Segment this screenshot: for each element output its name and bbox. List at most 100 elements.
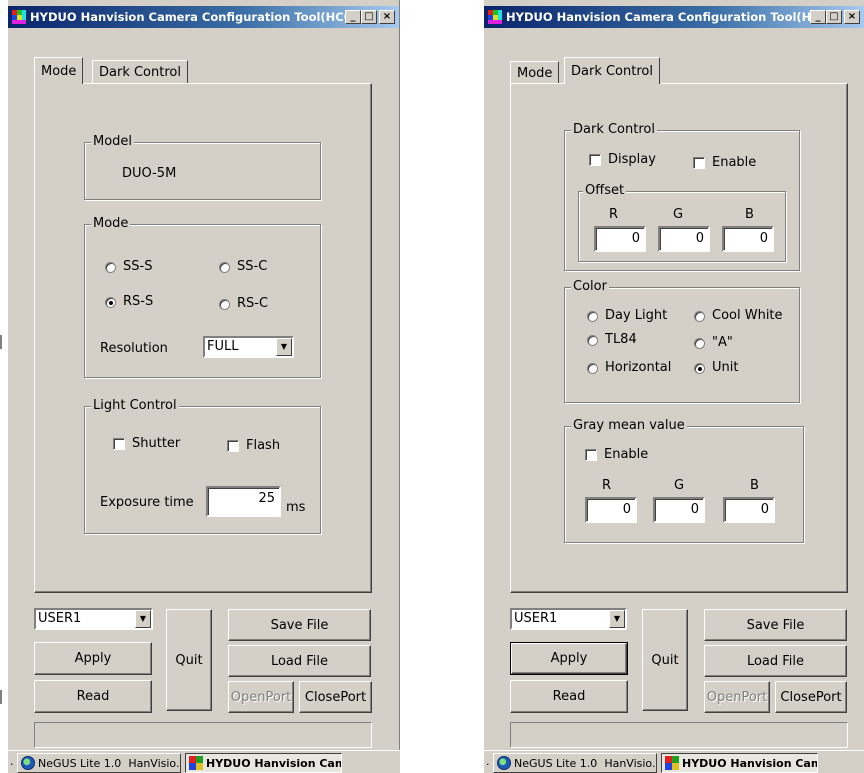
taskbar-label: NeGUS Lite 1.0 [514,756,598,770]
radio-label: RS-S [123,294,154,309]
color-group-title: Color [571,279,609,295]
open-port-button[interactable]: OpenPort [704,681,770,713]
radio-horizontal[interactable]: Horizontal [587,360,671,376]
user-select[interactable]: USER1 ▼ [34,608,153,630]
mode-group: Mode SS-S SS-C RS-S RS-C Resolution FULL… [84,216,321,378]
user-select-value: USER1 [514,611,558,626]
radio-day-light[interactable]: Day Light [587,308,667,324]
load-file-button[interactable]: Load File [228,645,371,677]
taskbar-item-hyduo[interactable]: HYDUO Hanvision Cam... [661,753,818,773]
chevron-down-icon[interactable]: ▼ [276,338,292,356]
quit-button[interactable]: Quit [642,609,688,711]
gray-g-label: G [674,478,685,493]
resolution-select[interactable]: FULL ▼ [203,336,294,358]
app-icon [189,756,203,770]
gray-b-input[interactable]: 0 [723,497,775,523]
display-checkbox[interactable]: Display [589,152,656,168]
title-bar[interactable]: HYDUO Hanvision Camera Configuration Too… [484,6,864,28]
mode-group-title: Mode [91,216,131,232]
exposure-unit: ms [286,500,306,515]
radio-tl84[interactable]: TL84 [587,332,637,348]
radio-dot [694,337,705,349]
radio-rs-s[interactable]: RS-S [105,294,153,310]
edge-mark [0,335,2,349]
radio-ss-c[interactable]: SS-C [219,259,267,275]
minimize-button[interactable]: _ [810,10,826,24]
close-port-button[interactable]: ClosePort [299,681,372,713]
globe-icon [21,756,35,770]
radio-a[interactable]: "A" [694,335,733,351]
model-group-title: Model [91,134,135,150]
tab-dark-control[interactable]: Dark Control [564,57,660,84]
dark-control-title: Dark Control [571,122,657,138]
radio-label: Cool White [712,308,783,323]
taskbar-item-negus[interactable]: NeGUS Lite 1.0 HanVisio... [493,753,657,773]
load-file-button[interactable]: Load File [704,645,847,677]
taskbar-item-hyduo[interactable]: HYDUO Hanvision Cam... [185,753,342,773]
radio-rs-c[interactable]: RS-C [219,296,268,312]
radio-label: TL84 [605,332,637,347]
radio-dot-selected [105,296,116,308]
gray-b-label: B [750,478,759,493]
checkbox-label: Display [608,152,656,167]
app-icon [12,10,26,24]
tab-mode[interactable]: Mode [34,57,84,84]
tab-dark-control[interactable]: Dark Control [92,60,188,84]
dark-enable-checkbox[interactable]: Enable [693,155,756,171]
radio-dot [105,261,116,273]
taskbar-item-negus[interactable]: NeGUS Lite 1.0 HanVisio... [17,753,181,773]
close-button[interactable]: × [844,10,860,24]
window-title: HYDUO Hanvision Camera Configuration Too… [30,10,345,24]
chevron-down-icon[interactable]: ▼ [609,610,625,628]
minimize-button[interactable]: _ [345,10,361,24]
shutter-checkbox[interactable]: Shutter [113,436,180,452]
maximize-button[interactable]: □ [361,10,377,24]
radio-dot [587,334,598,346]
gray-r-input[interactable]: 0 [585,497,637,523]
radio-unit[interactable]: Unit [694,360,738,376]
gray-enable-checkbox[interactable]: Enable [585,447,648,463]
config-window-mode-tab: HYDUO Hanvision Camera Configuration Too… [8,0,400,773]
offset-b-label: B [745,207,754,222]
chevron-down-icon[interactable]: ▼ [135,610,151,628]
checkbox-box [113,438,125,450]
gray-mean-title: Gray mean value [571,418,687,434]
flash-checkbox[interactable]: Flash [227,438,280,454]
radio-dot-selected [694,362,705,374]
read-button[interactable]: Read [510,680,628,713]
light-control-group: Light Control Shutter Flash Exposure tim… [84,398,321,534]
user-select[interactable]: USER1 ▼ [510,608,627,630]
title-bar[interactable]: HYDUO Hanvision Camera Configuration Too… [8,6,399,28]
exposure-input[interactable]: 25 [206,486,281,517]
radio-ss-s[interactable]: SS-S [105,259,152,275]
tab-mode[interactable]: Mode [510,61,560,85]
app-icon [665,756,679,770]
offset-b-input[interactable]: 0 [722,226,774,252]
checkbox-label: Shutter [132,436,181,451]
close-button[interactable]: × [379,10,395,24]
read-button[interactable]: Read [34,680,152,713]
offset-g-input[interactable]: 0 [658,226,710,252]
save-file-button[interactable]: Save File [704,609,847,641]
model-group: Model DUO-5M [84,134,321,200]
taskbar-separator: . [10,755,14,768]
apply-button[interactable]: Apply [510,642,628,675]
gray-g-input[interactable]: 0 [653,497,705,523]
save-file-button[interactable]: Save File [228,609,371,641]
maximize-button[interactable]: □ [826,10,842,24]
radio-label: RS-C [237,296,269,311]
radio-cool-white[interactable]: Cool White [694,308,783,324]
taskbar-label: HYDUO Hanvision Cam... [206,756,341,770]
quit-button[interactable]: Quit [166,609,212,711]
checkbox-label: Enable [604,447,649,462]
close-port-button[interactable]: ClosePort [775,681,847,713]
radio-dot [219,298,230,310]
offset-r-input[interactable]: 0 [594,226,646,252]
taskbar-label: HanVisio... [604,756,657,770]
app-icon [488,10,502,24]
apply-button[interactable]: Apply [34,642,152,675]
checkbox-box [589,154,601,166]
radio-dot [587,362,598,374]
open-port-button[interactable]: OpenPort [228,681,294,713]
checkbox-box [227,440,239,452]
